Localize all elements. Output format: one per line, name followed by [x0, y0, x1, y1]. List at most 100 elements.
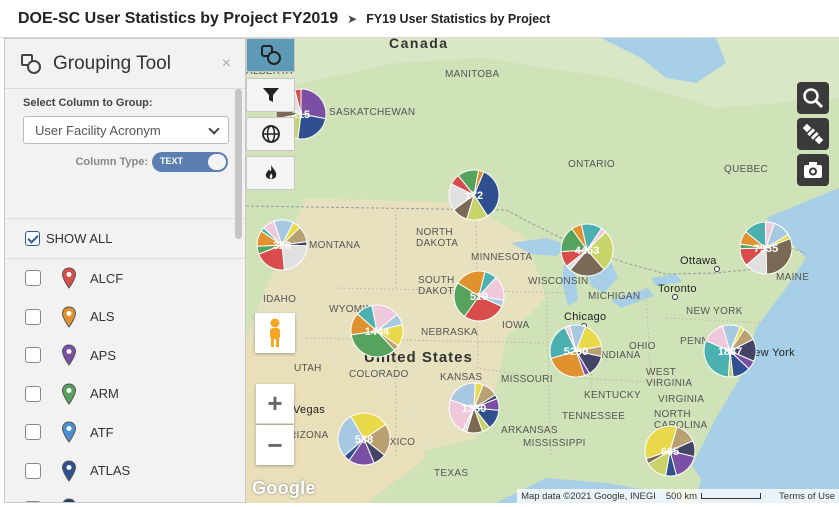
heatmap-tool-button[interactable] [246, 156, 295, 190]
breadcrumb-separator: ➤ [347, 11, 358, 26]
page-title[interactable]: DOE-SC User Statistics by Project FY2019 [18, 10, 338, 28]
breadcrumb-current: FY19 User Statistics by Project [366, 11, 551, 26]
cluster-pie-michigan[interactable]: 4453 [560, 223, 614, 277]
grouping-tool-panel: Grouping Tool × Select Column to Group: … [4, 38, 246, 503]
app-window: DOE-SC User Statistics by Project FY2019… [0, 0, 839, 507]
map-scale-bar [701, 493, 762, 499]
group-column-value: User Facility Acronym [35, 122, 161, 138]
cluster-pie-layer[interactable]: 2151724453 793532851014445290 188713805886… [246, 38, 839, 503]
cluster-pie-southwest[interactable]: 588 [337, 412, 391, 466]
basemap-tool-button[interactable] [246, 117, 295, 151]
terms-of-use-link[interactable]: Terms of Use [779, 491, 835, 502]
facility-checkbox[interactable] [25, 308, 41, 325]
facility-name: ALCF [90, 270, 124, 286]
facility-item-alcf[interactable]: ALCF [5, 259, 245, 298]
map-pin-icon [61, 383, 77, 405]
cluster-pie-illinois[interactable]: 5290 [549, 324, 603, 378]
search-icon [803, 88, 824, 109]
grouping-icon [260, 45, 281, 65]
map-screenshot-button[interactable] [797, 154, 829, 186]
facility-name: ATF [90, 424, 114, 440]
map-locate-button[interactable] [797, 118, 829, 150]
satellite-off-icon [802, 123, 824, 145]
cluster-pie-nebraska[interactable]: 510 [453, 270, 505, 322]
cluster-count-label: 1380 [462, 403, 486, 415]
chevron-down-icon [208, 123, 220, 135]
filter-tool-button[interactable] [246, 78, 295, 112]
facility-name: CEBAF [90, 502, 133, 503]
cluster-count-label: 328 [273, 240, 291, 252]
cluster-count-label: 665 [661, 446, 679, 458]
facility-item-atlas[interactable]: ATLAS [5, 452, 245, 491]
group-column-section: Select Column to Group: User Facility Ac… [5, 89, 245, 219]
facility-list: ALCF ALS APS ARM ATF ATLAS CEBAF [5, 259, 245, 503]
cluster-count-label: 510 [470, 291, 488, 303]
cluster-count-label: 7935 [754, 243, 778, 255]
map-attribution: Map data ©2021 Google, INEGI 500 km Term… [517, 489, 839, 503]
grouping-tool-title: Grouping Tool [53, 52, 171, 74]
map-search-button[interactable] [797, 82, 829, 114]
globe-icon [261, 125, 280, 143]
google-logo: Google [252, 478, 316, 498]
show-all-checkbox[interactable] [25, 231, 40, 246]
grouping-tool-button[interactable] [246, 38, 295, 72]
facility-item-aps[interactable]: APS [5, 336, 245, 375]
show-all-row[interactable]: SHOW ALL [5, 219, 245, 259]
column-type-value: TEXT [160, 156, 184, 166]
cluster-count-label: 1444 [365, 326, 390, 338]
cluster-count-label: 5290 [564, 346, 588, 358]
zoom-in-button[interactable]: + [256, 384, 294, 424]
facility-checkbox[interactable] [25, 424, 41, 441]
cluster-count-label: 4453 [575, 245, 599, 257]
cluster-count-label: 172 [465, 190, 483, 202]
facility-checkbox[interactable] [25, 501, 41, 502]
cluster-pie-southeast[interactable]: 665 [644, 425, 696, 477]
facility-checkbox[interactable] [25, 270, 41, 287]
facility-checkbox[interactable] [25, 385, 41, 402]
pegman-icon [270, 318, 280, 347]
column-type-toggle[interactable]: TEXT [152, 152, 228, 172]
select-column-label: Select Column to Group: [23, 97, 153, 109]
map-scale-label: 500 km [665, 490, 698, 502]
facility-item-arm[interactable]: ARM [5, 375, 245, 414]
group-column-select[interactable]: User Facility Acronym [23, 116, 229, 144]
facility-name: ARM [90, 386, 119, 402]
map-data-credit: Map data ©2021 Google, INEGI [521, 490, 656, 502]
grouping-tool-header: Grouping Tool × [5, 39, 245, 89]
facility-checkbox[interactable] [25, 462, 41, 479]
show-all-label: SHOW ALL [46, 231, 113, 246]
facility-name: ATLAS [90, 463, 131, 479]
map-pin-icon [61, 267, 77, 290]
column-type-row: Column Type: TEXT [23, 152, 229, 172]
cluster-count-label: 1887 [718, 346, 742, 358]
header-bar: DOE-SC User Statistics by Project FY2019… [0, 0, 839, 38]
cluster-pie-montana[interactable]: 328 [256, 219, 308, 271]
map-pin-icon [61, 306, 77, 328]
cluster-pie-north-dakota[interactable]: 172 [448, 169, 500, 221]
map-pin-icon [61, 344, 77, 367]
facility-item-atf[interactable]: ATF [5, 413, 245, 452]
map-pin-icon [61, 421, 77, 444]
map-view[interactable]: Canada ALBERTA MANITOBA SASKATCHEWAN ONT… [246, 38, 839, 503]
map-pin-icon [61, 460, 77, 482]
fire-icon [265, 165, 276, 179]
facility-name: APS [90, 347, 117, 363]
camera-icon [804, 162, 822, 178]
filter-icon [262, 88, 279, 102]
cluster-pie-colorado[interactable]: 1444 [350, 304, 404, 358]
cluster-pie-kansas[interactable]: 1380 [448, 382, 500, 434]
sidebar-scrollbar[interactable] [235, 89, 242, 239]
grouping-icon [19, 52, 43, 76]
facility-item-cebaf[interactable]: CEBAF [5, 490, 245, 503]
facility-item-als[interactable]: ALS [5, 298, 245, 337]
close-icon[interactable]: × [222, 55, 231, 73]
facility-checkbox[interactable] [25, 347, 41, 364]
toggle-knob [208, 154, 226, 170]
cluster-count-label: 588 [355, 434, 373, 446]
zoom-out-button[interactable]: − [256, 425, 294, 465]
street-view-pegman[interactable] [255, 313, 295, 353]
column-type-label: Column Type: [75, 156, 148, 168]
cluster-pie-virginia[interactable]: 1887 [703, 324, 757, 378]
cluster-pie-northeast[interactable]: 7935 [739, 221, 793, 275]
map-pin-icon [63, 498, 75, 502]
